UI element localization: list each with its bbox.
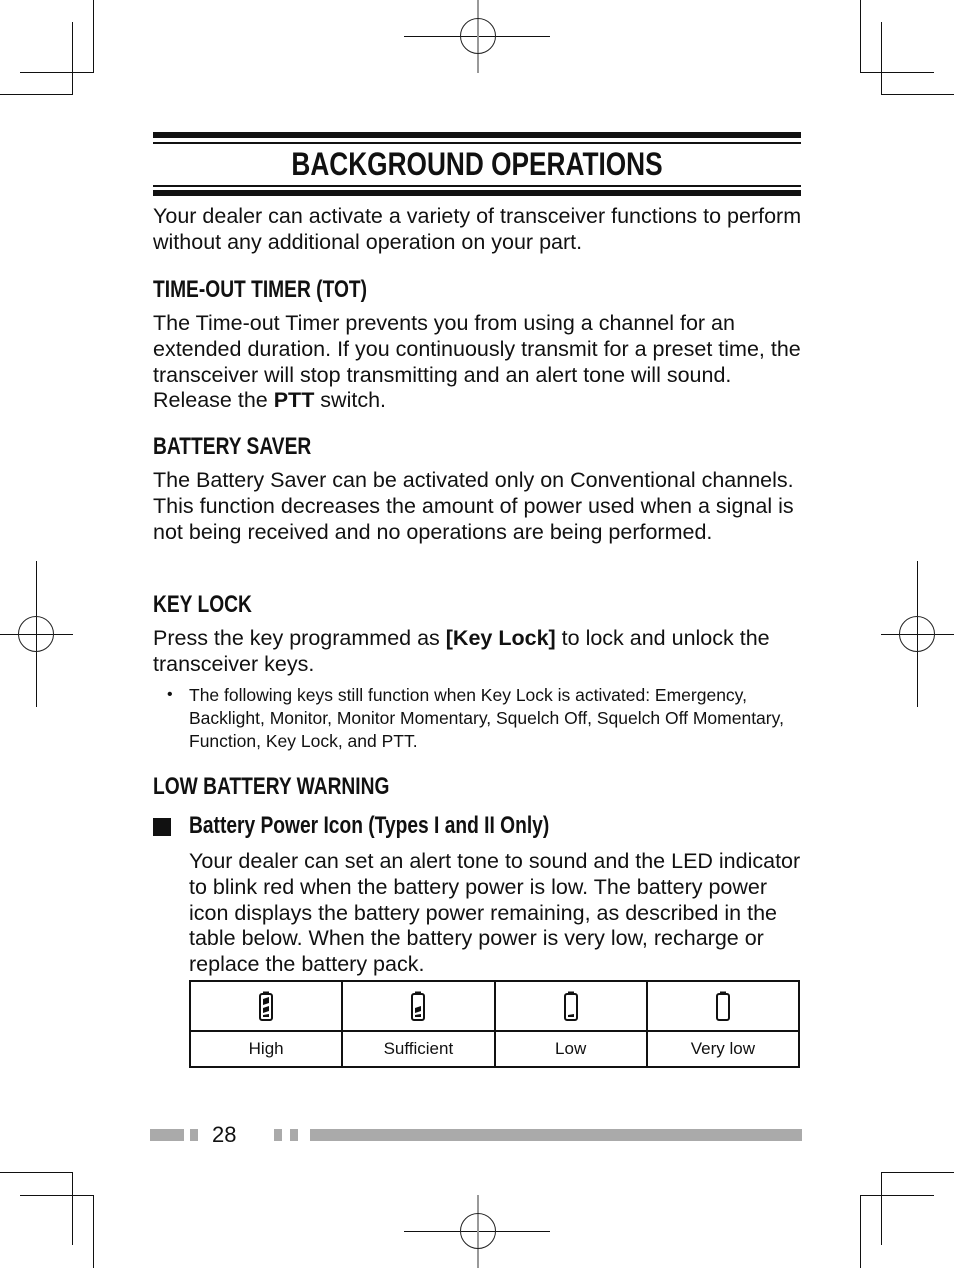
battery-cell [341, 980, 496, 1032]
bullet-mark: • [167, 686, 173, 703]
section-heading-tot: TIME-OUT TIMER (TOT) [153, 276, 368, 303]
key-lock-note: The following keys still function when K… [189, 685, 784, 752]
battery-cell [645, 980, 801, 1032]
page-number: 28 [212, 1122, 237, 1147]
square-bullet-icon [153, 818, 171, 836]
footer-bar [274, 1129, 282, 1141]
battery-high-icon [259, 991, 274, 1021]
title-rule-top-thin [153, 142, 801, 144]
key-lock-term: [Key Lock] [445, 626, 556, 650]
title-rule-top [153, 132, 801, 138]
ptt-term: PTT [273, 388, 315, 413]
battery-label: Sufficient [341, 1030, 496, 1068]
battery-low-icon [563, 991, 578, 1021]
intro-paragraph: Your dealer can activate a variety of tr… [153, 204, 802, 254]
battery-saver-paragraph: The Battery Saver can be activated only … [153, 468, 794, 544]
battery-very-low-icon [715, 991, 730, 1021]
title-rule-bottom [153, 190, 801, 196]
key-lock-paragraph: Press the key programmed as [Key Lock] t… [153, 626, 770, 676]
footer-bar [150, 1129, 184, 1141]
low-battery-paragraph: Your dealer can set an alert tone to sou… [189, 849, 801, 977]
footer-bar [190, 1129, 198, 1141]
footer-bar [310, 1129, 802, 1141]
tot-paragraph: The Time-out Timer prevents you from usi… [153, 311, 801, 413]
battery-label: Low [493, 1030, 648, 1068]
battery-label: Very low [645, 1030, 801, 1068]
battery-label: High [188, 1030, 344, 1068]
battery-cell [493, 980, 648, 1032]
section-heading-key-lock: KEY LOCK [153, 591, 252, 618]
section-heading-battery-saver: BATTERY SAVER [153, 433, 312, 460]
battery-icon-table: High Sufficient Low Very low [188, 980, 801, 1068]
battery-sufficient-icon [411, 991, 426, 1021]
page-title: BACKGROUND OPERATIONS [291, 146, 663, 182]
footer-bar [290, 1129, 298, 1141]
subheading-battery-power-icon: Battery Power Icon (Types I and II Only) [189, 812, 550, 839]
battery-cell [188, 980, 344, 1032]
section-heading-low-battery: LOW BATTERY WARNING [153, 773, 390, 800]
title-rule-bottom-thin [153, 185, 801, 187]
